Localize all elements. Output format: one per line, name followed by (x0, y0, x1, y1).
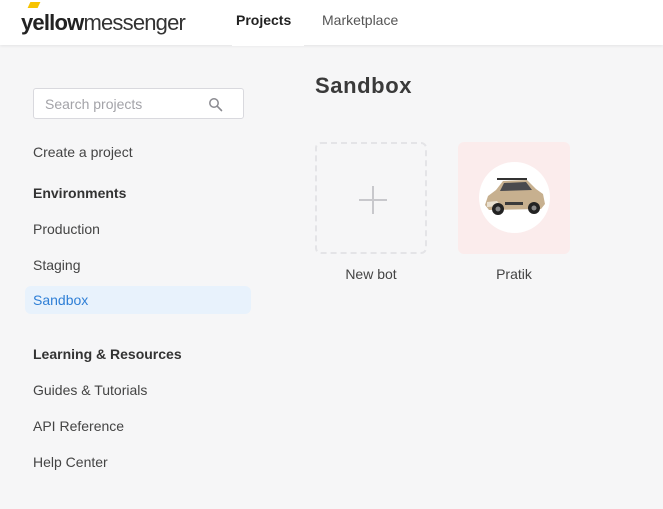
sidebar-item-production[interactable]: Production (33, 221, 100, 237)
bot-avatar (479, 162, 550, 233)
top-bar: yellow messenger Projects Marketplace (0, 0, 663, 46)
active-tab-indicator (232, 44, 304, 46)
logo-bold-text: yellow (21, 10, 84, 35)
new-bot-card[interactable] (315, 142, 427, 254)
search-input[interactable] (45, 95, 205, 113)
search-icon[interactable] (208, 97, 223, 112)
logo-accent-mark (27, 2, 41, 8)
page-title: Sandbox (315, 73, 413, 98)
car-avatar-icon (485, 178, 545, 215)
sidebar-item-sandbox-label: Sandbox (33, 292, 89, 308)
environments-heading: Environments (33, 185, 127, 201)
bot-card-pratik[interactable] (458, 142, 570, 254)
new-bot-label[interactable]: New bot (315, 266, 427, 282)
sidebar-item-help-center[interactable]: Help Center (33, 454, 108, 470)
sidebar-item-sandbox[interactable]: Sandbox (25, 286, 251, 314)
sidebar-item-guides[interactable]: Guides & Tutorials (33, 382, 147, 398)
search-box (33, 88, 244, 119)
logo-light-text: messenger (83, 10, 186, 35)
sidebar-item-api-reference[interactable]: API Reference (33, 418, 124, 434)
brand-logo[interactable]: yellow messenger (21, 2, 186, 35)
bot-name-label[interactable]: Pratik (458, 266, 570, 282)
resources-heading: Learning & Resources (33, 346, 182, 362)
tab-marketplace[interactable]: Marketplace (322, 12, 398, 45)
tab-projects[interactable]: Projects (236, 12, 291, 45)
create-project-link[interactable]: Create a project (33, 144, 133, 160)
plus-icon (359, 186, 387, 214)
sidebar-item-staging[interactable]: Staging (33, 257, 80, 273)
